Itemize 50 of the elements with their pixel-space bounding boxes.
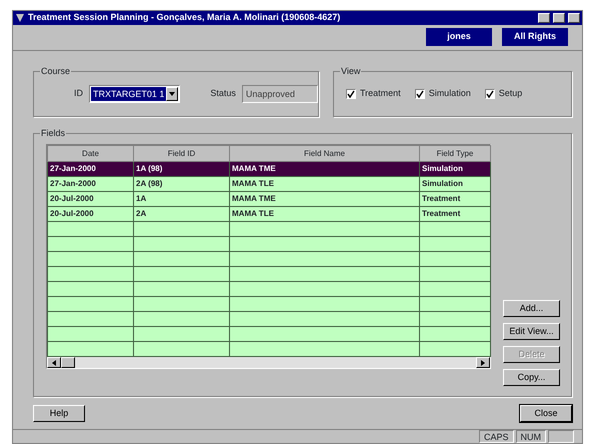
table-cell: MAMA TME — [230, 192, 420, 206]
table-cell: 20-Jul-2000 — [48, 192, 134, 206]
status-field[interactable]: Unapproved — [242, 85, 318, 103]
status-label: Status — [210, 87, 236, 100]
table-cell: Treatment — [420, 206, 490, 222]
table-cell: 2A — [134, 206, 230, 222]
table-cell: Simulation — [420, 162, 490, 176]
table-cell: 20-Jul-2000 — [48, 206, 134, 222]
column-header[interactable]: Field Name — [230, 146, 420, 162]
table-cell: 27-Jan-2000 — [48, 162, 134, 176]
table-cell: MAMA TME — [230, 162, 420, 176]
group-label: View — [340, 66, 362, 76]
table-cell: 1A (98) — [134, 162, 230, 176]
scroll-left-icon[interactable] — [47, 357, 61, 368]
toolbar-button[interactable]: All Rights — [502, 28, 568, 46]
scroll-right-icon[interactable] — [476, 357, 490, 368]
table-cell: MAMA TLE — [230, 206, 420, 222]
table-cell: Treatment — [420, 192, 490, 206]
table-cell: 1A — [134, 192, 230, 206]
column-header[interactable]: Date — [48, 146, 134, 162]
checkbox-label: Treatment — [360, 87, 401, 100]
checkbox[interactable] — [346, 89, 356, 99]
group-label: Course — [40, 66, 72, 76]
close-button[interactable] — [568, 13, 580, 23]
maximize-button[interactable] — [553, 13, 565, 23]
column-header[interactable]: Field ID — [134, 146, 230, 162]
side-button[interactable]: Edit View... — [503, 323, 560, 340]
table-cell: 2A (98) — [134, 176, 230, 192]
column-header[interactable]: Field Type — [420, 146, 490, 162]
id-dropdown[interactable]: TRXTARGET01 1 — [89, 85, 180, 103]
table-cell: MAMA TLE — [230, 176, 420, 192]
status-panel: NUM — [516, 430, 546, 443]
id-label: ID — [74, 87, 83, 100]
toolbar-button[interactable]: jones — [426, 28, 492, 46]
horizontal-scrollbar[interactable] — [47, 357, 490, 368]
group-label: Fields — [40, 128, 66, 138]
close-button[interactable]: Close — [520, 405, 572, 422]
side-button[interactable]: Add... — [503, 300, 560, 317]
checkbox-label: Simulation — [428, 87, 471, 100]
side-button[interactable]: Copy... — [503, 369, 560, 386]
scroll-thumb[interactable] — [61, 357, 75, 368]
checkbox[interactable] — [414, 89, 425, 99]
checkbox[interactable] — [484, 89, 495, 99]
help-button[interactable]: Help — [33, 405, 85, 422]
status-panel: CAPS — [478, 430, 514, 443]
window-title: Treatment Session Planning - Gonçalves, Maria A. Molinari (190608-4627) — [28, 11, 342, 24]
checkbox-label: Setup — [498, 87, 522, 100]
table-cell: Simulation — [420, 176, 490, 192]
table-cell: 27-Jan-2000 — [48, 176, 134, 192]
minimize-button[interactable] — [538, 13, 550, 23]
